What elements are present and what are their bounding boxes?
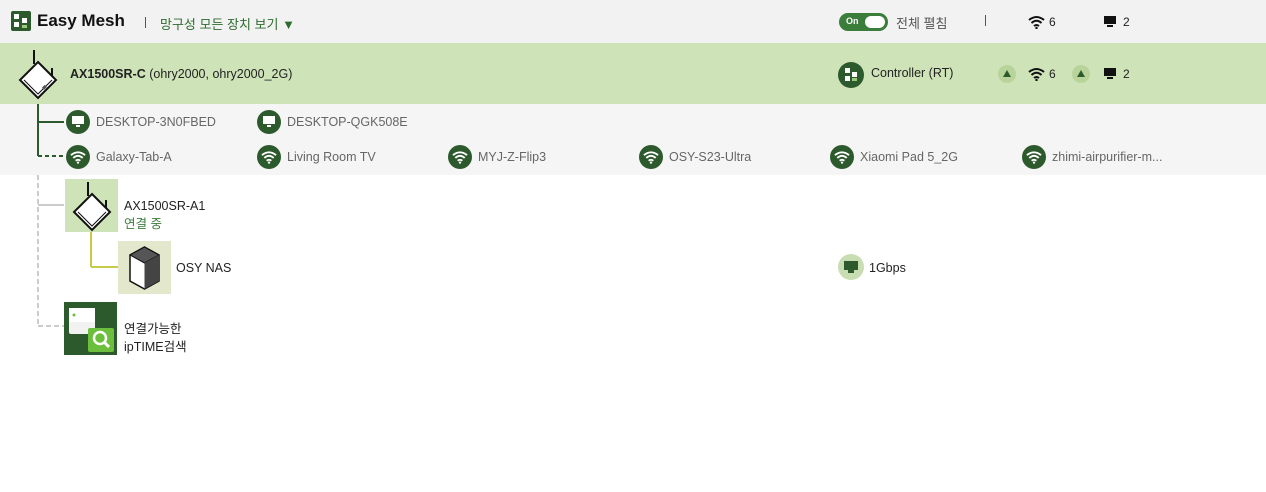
toggle-knob	[865, 16, 885, 28]
wifi-client[interactable]: Xiaomi Pad 5_2G	[830, 145, 1000, 169]
wifi-icon	[830, 145, 854, 169]
controller-role: Controller (RT)	[871, 66, 954, 80]
router-icon	[18, 50, 58, 100]
client-name: DESKTOP-3N0FBED	[96, 115, 216, 129]
wifi-client[interactable]: Galaxy-Tab-A	[66, 145, 236, 169]
view-all-devices-dropdown[interactable]: 망구성 모든 장치 보기 ▼	[160, 14, 295, 33]
agent-info: AX1500SR-A1 연결 중	[124, 197, 205, 233]
client-name: Galaxy-Tab-A	[96, 150, 172, 164]
wifi-icon	[257, 145, 281, 169]
monitor-icon	[257, 110, 281, 134]
search-label-line1: 연결가능한	[124, 322, 182, 336]
controller-name: AX1500SR-C (ohry2000, ohry2000_2G)	[70, 67, 292, 81]
link-speed: 1Gbps	[869, 261, 906, 275]
wifi-icon	[1028, 16, 1045, 29]
client-name: DESKTOP-QGK508E	[287, 115, 408, 129]
client-name: MYJ-Z-Flip3	[478, 150, 547, 164]
monitor-icon	[66, 110, 90, 134]
controller-role-icon	[838, 62, 864, 88]
wired-client[interactable]: DESKTOP-3N0FBED	[66, 110, 236, 134]
app-title: Easy Mesh	[37, 11, 125, 30]
search-iptime-label[interactable]: 연결가능한 ipTIME검색	[124, 320, 187, 356]
wifi-client[interactable]: Living Room TV	[257, 145, 427, 169]
client-list: DESKTOP-3N0FBED DESKTOP-QGK508E Galaxy-T…	[0, 104, 1266, 175]
controller-model: AX1500SR-C	[70, 67, 146, 81]
wifi-icon	[639, 145, 663, 169]
expand-all-toggle[interactable]: On	[839, 13, 888, 31]
client-name: Xiaomi Pad 5_2G	[860, 150, 958, 164]
client-connector-lines	[37, 104, 64, 157]
monitor-icon	[1104, 16, 1116, 27]
ethernet-port-icon	[838, 254, 864, 280]
nas-icon	[129, 246, 160, 290]
wifi-icon	[66, 145, 90, 169]
search-iptime-button[interactable]	[64, 302, 117, 355]
wifi-client[interactable]: OSY-S23-Ultra	[639, 145, 809, 169]
easy-mesh-logo-icon	[11, 11, 31, 31]
wired-expand-button[interactable]	[1072, 65, 1090, 83]
client-name: OSY-S23-Ultra	[669, 150, 752, 164]
wifi-icon	[448, 145, 472, 169]
controller-ssids: (ohry2000, ohry2000_2G)	[149, 67, 293, 81]
controller-wifi-count: 6	[1049, 67, 1056, 81]
wifi-expand-button[interactable]	[998, 65, 1016, 83]
nas-node[interactable]	[118, 241, 171, 294]
top-bar: Easy Mesh 망구성 모든 장치 보기 ▼ On 전체 펼침 6 2	[0, 0, 1266, 43]
search-label-line2: ipTIME검색	[124, 340, 187, 354]
router-icon	[72, 182, 112, 232]
expand-all-label: 전체 펼침	[896, 16, 948, 31]
search-device-icon	[69, 308, 114, 352]
wifi-client[interactable]: MYJ-Z-Flip3	[448, 145, 618, 169]
controller-row[interactable]: AX1500SR-C (ohry2000, ohry2000_2G) Contr…	[0, 43, 1266, 104]
wired-client[interactable]: DESKTOP-QGK508E	[257, 110, 427, 134]
nas-name: OSY NAS	[176, 261, 232, 275]
divider	[145, 17, 146, 28]
toggle-label: On	[846, 16, 859, 26]
monitor-icon	[1104, 68, 1116, 79]
client-name: Living Room TV	[287, 150, 376, 164]
wifi-icon	[1022, 145, 1046, 169]
agent-status: 연결 중	[124, 217, 162, 231]
agent-node[interactable]	[65, 179, 118, 232]
client-name: zhimi-airpurifier-m...	[1052, 150, 1163, 164]
agent-name: AX1500SR-A1	[124, 199, 206, 213]
wifi-count: 6	[1049, 15, 1056, 29]
divider	[985, 15, 986, 26]
wired-count: 2	[1123, 15, 1130, 29]
controller-wired-count: 2	[1123, 67, 1130, 81]
wifi-icon	[1028, 68, 1045, 81]
wifi-client[interactable]: zhimi-airpurifier-m...	[1022, 145, 1192, 169]
